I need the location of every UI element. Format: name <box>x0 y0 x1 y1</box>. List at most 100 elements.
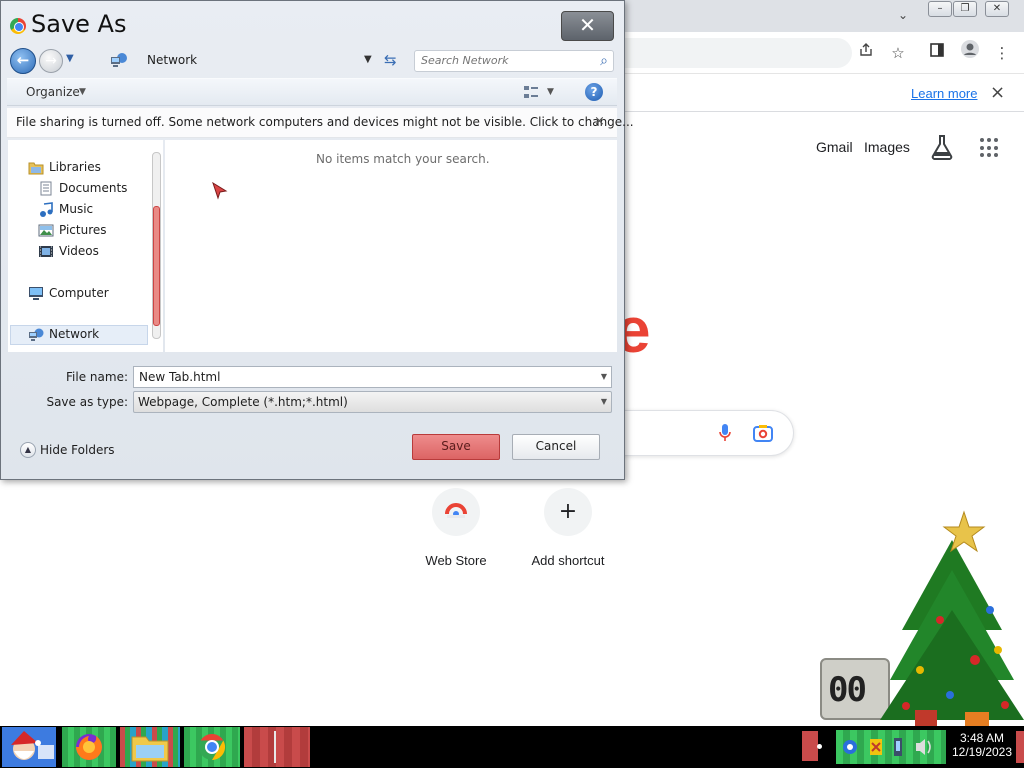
web-store-label: Web Store <box>425 553 487 568</box>
libraries-icon <box>28 162 44 175</box>
videos-icon <box>39 246 53 257</box>
system-clock-date: 12/19/2023 <box>951 745 1013 759</box>
taskbar-chrome[interactable] <box>184 727 240 767</box>
file-name-input[interactable] <box>139 370 579 384</box>
nav-label-documents: Documents <box>59 181 128 195</box>
bookmark-star-icon[interactable]: ☆ <box>884 39 912 67</box>
nav-label-music: Music <box>59 202 94 216</box>
file-sharing-message[interactable]: File sharing is turned off. Some network… <box>16 115 634 129</box>
file-name-field[interactable]: ▼ <box>133 366 612 388</box>
music-icon <box>40 202 53 217</box>
gmail-link[interactable]: Gmail <box>816 139 853 155</box>
address-bar[interactable] <box>612 38 852 68</box>
save-as-type-select[interactable]: Webpage, Complete (*.htm;*.html) ▼ <box>133 391 612 413</box>
forward-button[interactable]: → <box>39 49 63 73</box>
empty-results-message: No items match your search. <box>316 152 490 166</box>
network-icon <box>111 53 127 67</box>
documents-icon <box>40 181 52 196</box>
back-button[interactable]: ← <box>10 48 36 74</box>
nav-item-pictures[interactable]: Pictures <box>38 221 148 241</box>
change-view-icon[interactable] <box>523 84 539 100</box>
santa-start-icon <box>2 727 56 767</box>
help-icon[interactable]: ? <box>585 83 603 101</box>
nav-label-videos: Videos <box>59 244 99 258</box>
google-apps-icon[interactable] <box>980 138 1000 158</box>
add-shortcut-button[interactable]: + <box>544 488 592 536</box>
computer-icon <box>29 287 43 300</box>
search-network-field[interactable]: ⌕ <box>414 50 614 72</box>
nav-label-pictures: Pictures <box>59 223 107 237</box>
save-button[interactable]: Save <box>412 434 500 460</box>
search-input[interactable] <box>421 54 581 67</box>
file-name-label: File name: <box>66 370 128 384</box>
cancel-button[interactable]: Cancel <box>512 434 600 460</box>
christmas-tree-decoration <box>880 510 1024 726</box>
file-list-pane <box>165 140 617 352</box>
nav-label-network: Network <box>49 327 100 341</box>
minimize-button[interactable]: – <box>928 1 952 17</box>
file-name-dropdown-icon[interactable]: ▼ <box>601 372 607 381</box>
tray-red-block <box>802 731 818 761</box>
pictures-icon <box>38 224 54 237</box>
search-icon[interactable]: ⌕ <box>600 53 608 69</box>
show-desktop-button[interactable] <box>1016 731 1024 763</box>
save-as-type-label: Save as type: <box>46 395 128 409</box>
dialog-close-button[interactable]: ✕ <box>561 11 614 41</box>
file-explorer-icon <box>131 736 169 762</box>
sharing-bar-close-icon[interactable]: × <box>594 114 605 129</box>
chrome-icon <box>199 733 226 761</box>
tray-status-icons <box>843 738 931 756</box>
start-button[interactable] <box>2 727 56 767</box>
nav-item-music[interactable]: Music <box>38 200 148 220</box>
tab-list-dropdown-icon[interactable]: ⌄ <box>898 8 908 22</box>
taskbar-firefox[interactable] <box>62 727 116 767</box>
refresh-icon[interactable]: ⇆ <box>384 51 397 69</box>
voice-search-icon[interactable] <box>718 423 732 446</box>
window-close-button[interactable]: ✕ <box>985 1 1009 17</box>
view-options-dropdown-icon[interactable]: ▼ <box>547 87 554 97</box>
chrome-icon <box>10 18 26 34</box>
images-link[interactable]: Images <box>864 139 910 155</box>
infobar-close-icon[interactable]: × <box>990 82 1005 103</box>
taskbar-file-explorer[interactable] <box>120 727 180 767</box>
lens-search-icon[interactable] <box>753 424 773 445</box>
web-store-shortcut[interactable] <box>432 488 480 536</box>
save-as-type-value: Webpage, Complete (*.htm;*.html) <box>138 395 348 409</box>
tray-indicator-dot <box>817 744 822 749</box>
organize-menu[interactable]: Organize <box>26 85 80 99</box>
breadcrumb-network[interactable]: Network <box>147 53 197 67</box>
tray-icons[interactable] <box>836 730 946 764</box>
organize-dropdown-icon[interactable]: ▼ <box>79 87 86 97</box>
recent-pages-dropdown-icon[interactable]: ▼ <box>66 53 74 64</box>
nav-item-libraries[interactable]: Libraries <box>28 158 138 178</box>
dialog-title: Save As <box>31 10 127 38</box>
chevron-up-icon[interactable]: ▲ <box>20 442 36 458</box>
taskbar-save-as-window[interactable] <box>244 727 310 767</box>
profile-avatar-icon[interactable] <box>956 39 984 67</box>
network-icon <box>29 328 44 341</box>
navigation-scrollbar-thumb[interactable] <box>153 206 160 326</box>
system-clock[interactable]: 3:48 AM 12/19/2023 <box>950 731 1014 759</box>
nav-item-videos[interactable]: Videos <box>38 242 148 262</box>
nav-label-computer: Computer <box>49 286 109 300</box>
learn-more-link[interactable]: Learn more <box>911 86 977 101</box>
save-as-type-dropdown-icon[interactable]: ▼ <box>601 397 607 406</box>
add-shortcut-label: Add shortcut <box>531 553 605 568</box>
share-icon[interactable] <box>852 39 880 67</box>
restore-button[interactable]: ❐ <box>953 1 977 17</box>
chrome-webstore-icon <box>445 503 467 518</box>
mouse-cursor-icon <box>212 182 228 200</box>
plus-icon: + <box>558 499 578 524</box>
labs-flask-icon[interactable] <box>930 134 954 160</box>
hide-folders-button[interactable]: Hide Folders <box>40 443 115 457</box>
nav-item-documents[interactable]: Documents <box>38 179 148 199</box>
nav-item-computer[interactable]: Computer <box>28 284 138 304</box>
side-panel-icon[interactable] <box>923 39 951 67</box>
address-dropdown-icon[interactable]: ▼ <box>364 54 372 65</box>
nav-label-libraries: Libraries <box>49 160 101 174</box>
clock-digits: 00 <box>828 670 867 710</box>
system-clock-time: 3:48 AM <box>959 731 1005 745</box>
chrome-menu-icon[interactable]: ⋮ <box>988 39 1016 67</box>
firefox-icon <box>76 734 102 760</box>
nav-item-network[interactable]: Network <box>28 325 138 345</box>
